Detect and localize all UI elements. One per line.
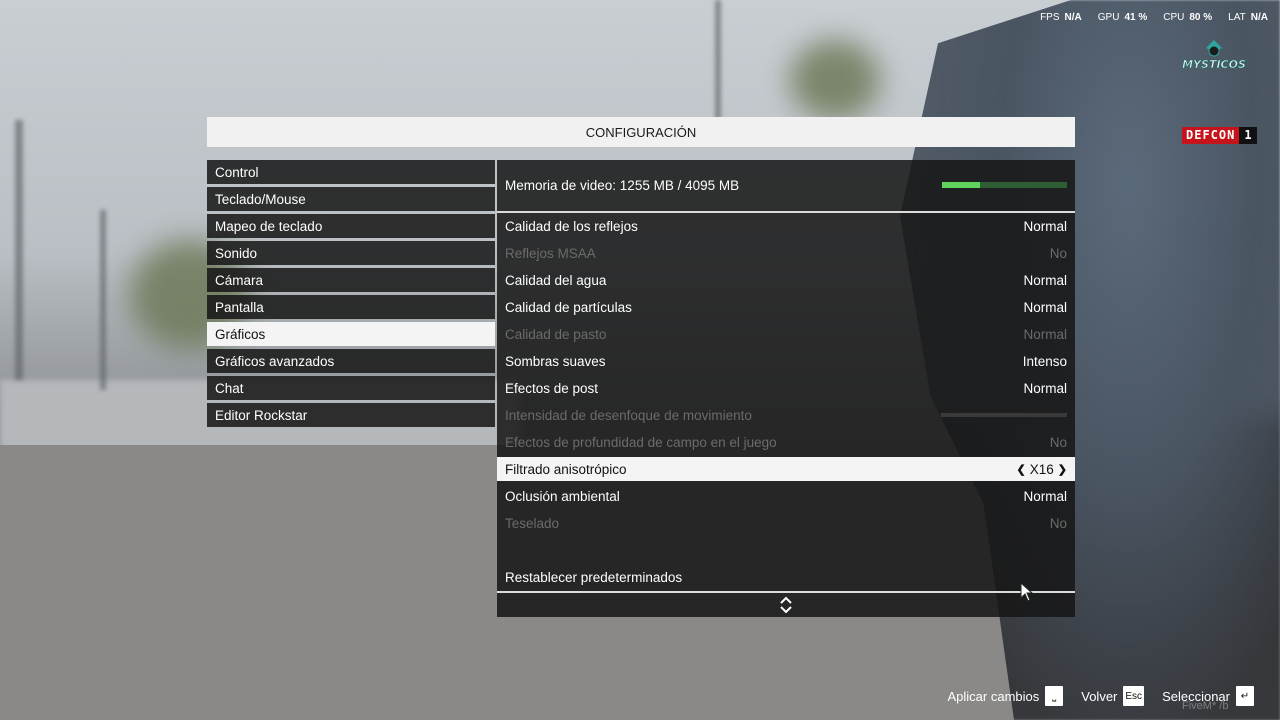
option-label: Sombras suaves <box>505 353 606 369</box>
scroll-indicator[interactable] <box>497 591 1075 617</box>
video-memory-label: Memoria de video: 1255 MB / 4095 MB <box>505 178 740 193</box>
option-post-fx[interactable]: Efectos de post Normal <box>497 376 1075 400</box>
option-label: Reflejos MSAA <box>505 245 596 261</box>
option-value: Normal <box>1023 380 1067 396</box>
scroll-arrows-icon <box>780 596 792 614</box>
back-hint[interactable]: Volver Esc <box>1081 686 1145 706</box>
option-tessellation: Teselado No <box>497 511 1075 535</box>
menu-item-advanced-graphics[interactable]: Gráficos avanzados <box>207 349 495 373</box>
option-label: Oclusión ambiental <box>505 488 620 504</box>
menu-item-camera[interactable]: Cámara <box>207 268 495 292</box>
chevron-left-icon[interactable]: ❮ <box>1017 463 1026 476</box>
gpu-readout: GPU 41 % <box>1097 12 1148 23</box>
option-label: Intensidad de desenfoque de movimiento <box>505 407 752 423</box>
option-value: No <box>1049 515 1067 531</box>
menu-item-graphics[interactable]: Gráficos <box>207 322 495 346</box>
option-label: Calidad de partículas <box>505 299 632 315</box>
graphics-settings-panel: Memoria de video: 1255 MB / 4095 MB Cali… <box>497 160 1075 591</box>
menu-item-keyboard-mouse[interactable]: Teclado/Mouse <box>207 187 495 211</box>
option-value-text: X16 <box>1029 461 1054 477</box>
page-title: CONFIGURACIÓN <box>207 117 1075 147</box>
motion-blur-slider <box>941 413 1067 417</box>
defcon-level: 1 <box>1239 127 1257 144</box>
mouse-cursor-icon <box>1020 581 1034 607</box>
server-logo: MYSTICOS <box>1178 38 1250 76</box>
option-anisotropic-filtering[interactable]: Filtrado anisotrópico ❮ X16 ❯ <box>497 457 1075 481</box>
latency-readout: LAT N/A <box>1228 12 1268 23</box>
option-value: Normal <box>1023 299 1067 315</box>
option-label: Efectos de post <box>505 380 599 396</box>
menu-item-display[interactable]: Pantalla <box>207 295 495 319</box>
back-label: Volver <box>1081 688 1118 704</box>
option-motion-blur: Intensidad de desenfoque de movimiento <box>497 403 1075 427</box>
option-value: Normal <box>1023 326 1067 342</box>
menu-item-control[interactable]: Control <box>207 160 495 184</box>
option-label: Filtrado anisotrópico <box>505 461 627 477</box>
menu-item-rockstar-editor[interactable]: Editor Rockstar <box>207 403 495 427</box>
menu-item-chat[interactable]: Chat <box>207 376 495 400</box>
option-value: No <box>1049 245 1067 261</box>
option-label: Efectos de profundidad de campo en el ju… <box>505 434 777 450</box>
option-reflection-quality[interactable]: Calidad de los reflejos Normal <box>497 214 1075 238</box>
option-label: Calidad del agua <box>505 272 607 288</box>
menu-item-key-mapping[interactable]: Mapeo de teclado <box>207 214 495 238</box>
option-value: ❮ X16 ❯ <box>1017 462 1067 477</box>
option-water-quality[interactable]: Calidad del agua Normal <box>497 268 1075 292</box>
option-value: Normal <box>1023 488 1067 504</box>
option-reflection-msaa: Reflejos MSAA No <box>497 241 1075 265</box>
option-depth-of-field: Efectos de profundidad de campo en el ju… <box>497 430 1075 454</box>
video-memory-row: Memoria de video: 1255 MB / 4095 MB <box>497 160 1075 211</box>
esc-key-icon: Esc <box>1123 686 1145 706</box>
option-label: Calidad de pasto <box>505 326 607 342</box>
chevron-right-icon[interactable]: ❯ <box>1058 463 1067 476</box>
cpu-readout: CPU 80 % <box>1163 12 1213 23</box>
option-value: No <box>1049 434 1067 450</box>
option-value: Intenso <box>1022 353 1067 369</box>
menu-item-sound[interactable]: Sonido <box>207 241 495 265</box>
option-label: Teselado <box>505 515 560 531</box>
svg-text:MYSTICOS: MYSTICOS <box>1182 58 1246 71</box>
option-value: Normal <box>1023 218 1067 234</box>
video-memory-bar-fill <box>942 182 981 188</box>
option-grass-quality: Calidad de pasto Normal <box>497 322 1075 346</box>
apply-changes-label: Aplicar cambios <box>947 688 1040 704</box>
option-label: Calidad de los reflejos <box>505 218 638 234</box>
settings-category-menu: Control Teclado/Mouse Mapeo de teclado S… <box>207 160 495 430</box>
video-memory-bar <box>942 182 1067 188</box>
divider <box>497 211 1075 213</box>
option-value: Normal <box>1023 272 1067 288</box>
defcon-label: DEFCON <box>1182 127 1240 144</box>
restore-defaults-button[interactable]: Restablecer predeterminados <box>505 570 682 585</box>
option-soft-shadows[interactable]: Sombras suaves Intenso <box>497 349 1075 373</box>
option-particle-quality[interactable]: Calidad de partículas Normal <box>497 295 1075 319</box>
option-ambient-occlusion[interactable]: Oclusión ambiental Normal <box>497 484 1075 508</box>
defcon-badge: DEFCON 1 <box>1182 127 1257 144</box>
fivem-watermark: FiveM* /b <box>1182 700 1229 712</box>
performance-hud: FPS N/A GPU 41 % CPU 80 % LAT N/A <box>1040 12 1268 23</box>
apply-changes-hint[interactable]: Aplicar cambios ⎵ <box>947 686 1064 706</box>
fps-readout: FPS N/A <box>1040 12 1082 23</box>
enter-key-icon: ↵ <box>1236 686 1254 706</box>
space-key-icon: ⎵ <box>1045 686 1064 706</box>
